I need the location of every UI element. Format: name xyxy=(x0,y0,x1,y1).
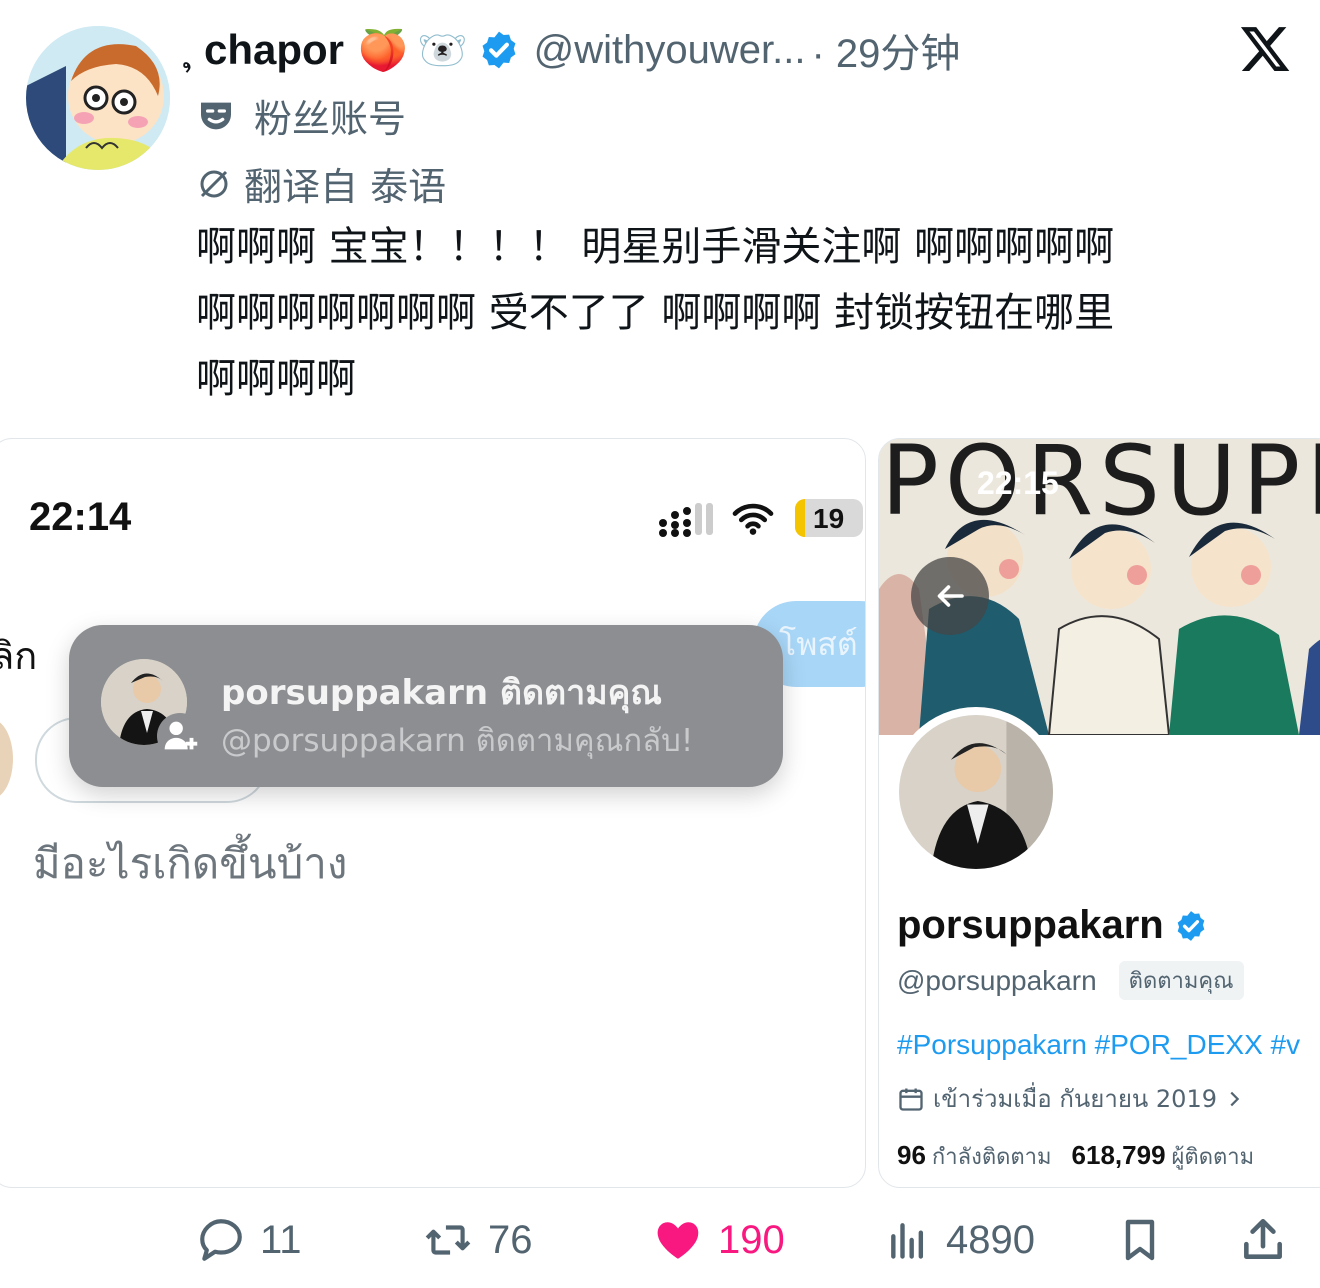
tweet-text: 啊啊啊 宝宝！！！！ 明星别手滑关注啊 啊啊啊啊啊 啊啊啊啊啊啊啊 受不了了 啊… xyxy=(196,214,1296,412)
followers-label[interactable]: ผู้ติดตาม xyxy=(1172,1139,1255,1174)
share-button[interactable] xyxy=(1238,1212,1288,1268)
tweet-text-line: 啊啊啊啊 xyxy=(196,356,356,402)
signal-icon xyxy=(657,501,713,541)
profile-joined-row: เข้าร่วมเมื่อ กันยายน 2019 xyxy=(897,1079,1245,1118)
toast-title: porsuppakarn ติดตามคุณ xyxy=(221,673,662,713)
toast-subtitle: @porsuppakarn ติดตามคุณกลับ! xyxy=(221,723,694,759)
retweet-icon xyxy=(425,1225,471,1255)
following-label[interactable]: กำลังติดตาม xyxy=(932,1139,1052,1174)
battery-indicator: 19 xyxy=(795,499,863,537)
author-handle[interactable]: @withyouwer... xyxy=(534,28,806,73)
fan-account-label-row: 粉丝账号 xyxy=(196,88,406,143)
reply-count: 11 xyxy=(260,1217,302,1262)
profile-avatar-image xyxy=(899,715,1053,869)
battery-fill xyxy=(795,499,805,537)
profile-avatar[interactable] xyxy=(891,707,1061,877)
profile-banner: PORSUPP 22:15 xyxy=(879,439,1320,735)
follow-add-user-icon xyxy=(157,713,203,759)
profile-handle: @porsuppakarn xyxy=(897,964,1097,996)
status-time: 22:15 xyxy=(977,465,1059,501)
calendar-icon xyxy=(897,1085,925,1113)
retweet-button[interactable]: 76 xyxy=(422,1212,533,1268)
fan-account-label: 粉丝账号 xyxy=(254,97,407,141)
cancel-button[interactable]: ลิก xyxy=(0,625,37,686)
views-button[interactable]: 4890 xyxy=(886,1212,1035,1268)
peach-emoji: 🍑 xyxy=(358,27,408,74)
back-arrow-icon xyxy=(937,585,964,607)
like-button[interactable]: 190 xyxy=(652,1212,785,1268)
polar-bear-emoji: 🐻‍❄️ xyxy=(417,27,468,74)
tweet-text-line: 啊啊啊啊啊啊啊 受不了了 啊啊啊啊 封锁按钮在哪里 xyxy=(196,290,1115,336)
tweet-time[interactable]: · 29分钟 xyxy=(811,21,960,79)
profile-stats-row: 96 กำลังติดตาม 618,799 ผู้ติดตาม xyxy=(897,1139,1254,1174)
translation-row[interactable]: 翻译自 泰语 xyxy=(196,156,446,211)
follows-you-badge: ติดตามคุณ xyxy=(1118,961,1244,1000)
follow-notification-toast[interactable]: porsuppakarn ติดตามคุณ @porsuppakarn ติด… xyxy=(69,625,783,787)
profile-display-name: porsuppakarn xyxy=(897,903,1164,947)
view-count: 4890 xyxy=(946,1217,1035,1262)
share-icon xyxy=(1244,1218,1282,1259)
profile-joined-date: เข้าร่วมเมื่อ กันยายน 2019 xyxy=(933,1085,1217,1113)
avatar-illustration xyxy=(26,26,170,170)
battery-level: 19 xyxy=(813,503,845,534)
profile-name-row: porsuppakarn xyxy=(897,903,1208,948)
translation-label[interactable]: 翻译自 泰语 xyxy=(244,156,446,211)
retweet-count: 76 xyxy=(488,1217,533,1262)
back-button[interactable] xyxy=(911,557,989,635)
reply-button[interactable]: 11 xyxy=(196,1212,302,1268)
chevron-right-icon xyxy=(1223,1088,1245,1110)
analytics-icon xyxy=(891,1223,924,1259)
banner-title-text: PORSUPP xyxy=(881,439,1320,537)
bookmark-button[interactable] xyxy=(1116,1212,1164,1268)
profile-hashtags[interactable]: #Porsuppakarn #POR_DEXX #v xyxy=(897,1029,1300,1061)
bookmark-icon xyxy=(1125,1219,1155,1261)
theater-mask-icon xyxy=(196,96,236,136)
wifi-icon xyxy=(731,501,775,541)
reply-icon xyxy=(200,1219,242,1261)
tweet-text-line: 啊啊啊 宝宝！！！！ 明星别手滑关注啊 啊啊啊啊啊 xyxy=(196,224,1115,270)
profile-handle-row: @porsuppakarn ติดตามคุณ xyxy=(897,961,1244,1000)
status-time: 22:14 xyxy=(29,495,132,539)
verified-badge-icon xyxy=(1174,909,1208,943)
more-x-logo-icon[interactable] xyxy=(1238,22,1292,76)
verified-badge-icon xyxy=(478,29,520,71)
compose-placeholder[interactable]: มีอะไรเกิดขึ้นบ้าง xyxy=(33,831,347,897)
translate-icon xyxy=(196,166,232,202)
composer-avatar xyxy=(0,719,13,799)
author-line: ຸ chapor 🍑 🐻‍❄️ @withyouwer... · 29分钟 xyxy=(196,22,960,78)
like-count: 190 xyxy=(718,1217,785,1262)
author-display-name[interactable]: chapor xyxy=(204,26,344,74)
media-image-compose-screenshot[interactable]: 22:14 19 ลิก โพสต์ มีอะไรเกิดขึ้นบ้าง po… xyxy=(0,438,866,1188)
heart-icon xyxy=(657,1222,699,1259)
following-count[interactable]: 96 xyxy=(897,1140,926,1171)
author-avatar[interactable] xyxy=(26,26,170,170)
media-image-profile-screenshot[interactable]: PORSUPP 22:15 porsuppakarn @porsuppakarn… xyxy=(878,438,1320,1188)
followers-count[interactable]: 618,799 xyxy=(1072,1140,1166,1171)
